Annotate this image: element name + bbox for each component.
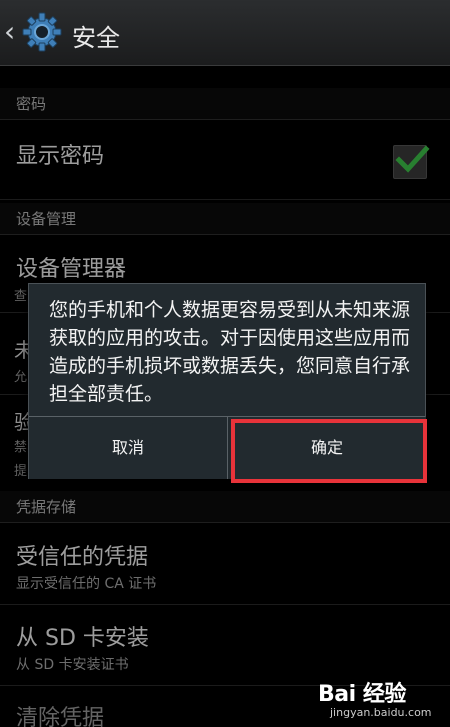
dialog-message: 您的手机和个人数据更容易受到从未知来源获取的应用的攻击。对于因使用这些应用而造成… [49,299,411,405]
watermark-brand: Bai 经验 [318,682,406,707]
back-icon[interactable]: ‹ [4,18,15,46]
gear-icon[interactable] [20,10,64,54]
cancel-button[interactable]: 取消 [29,417,227,479]
baidu-jingyan-watermark: Bai 经验 jingyan.baidu.com [318,676,448,724]
watermark-url: jingyan.baidu.com [330,706,432,719]
action-bar: ‹ 安全 [0,0,450,66]
page-title: 安全 [72,24,120,52]
highlight-box [231,419,427,483]
